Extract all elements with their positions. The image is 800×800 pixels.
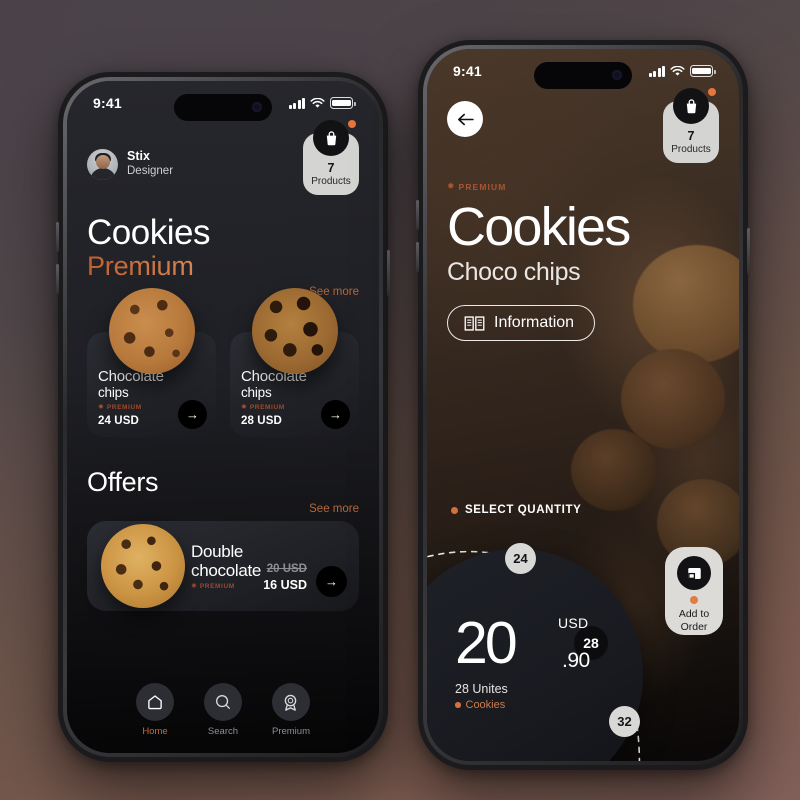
offer-old-price: 20 USD [266,563,307,576]
information-label: Information [494,314,575,331]
price-whole: 20 [455,610,518,676]
medal-icon: ✹ [98,404,104,412]
product-title: Cookies [447,197,631,257]
cookie-chip-icon [101,524,185,609]
quantity-option-24[interactable]: 24 [505,543,536,574]
quantity-option-32[interactable]: 32 [609,706,640,737]
medal-icon: ✹ [447,181,455,191]
header-row: Stix Designer 7 Products [87,120,359,195]
wifi-icon [670,65,685,76]
tab-home[interactable]: Home [135,683,174,737]
cart-count: 7 [687,129,695,144]
tab-premium[interactable]: Premium [271,683,310,737]
home-icon [135,683,174,721]
volume-up-button[interactable] [416,200,419,230]
offer-subtitle: chocolate [191,561,262,581]
product-subtitle: chips [98,385,129,401]
price-block: 20 USD .90 28 Unites Cookies [455,610,590,711]
shopping-bag-icon [313,120,349,156]
tab-label: Home [142,726,168,737]
cart-widget[interactable]: 7 Products [663,88,719,163]
volume-down-button[interactable] [56,264,59,294]
dynamic-island [174,94,272,121]
cart-label: Products [311,176,351,187]
search-icon [203,683,242,721]
price-cents: .90 [562,649,590,673]
medal-icon: ✹ [241,404,247,412]
profile-role: Designer [127,165,174,178]
battery-icon [330,97,356,109]
product-card[interactable]: Chocolate chips ✹ PREMIUM 24 USD → [87,288,216,438]
premium-badge: ✹ PREMIUM [191,583,235,591]
page-subtitle: Premium [87,251,359,282]
box-icon [677,556,711,590]
background-cookie [621,349,725,449]
medal-icon [271,683,310,721]
status-icons [648,65,716,77]
page-title: Cookies [87,213,210,252]
cart-count: 7 [327,161,335,176]
offer-prices: 20 USD 16 USD [263,563,307,592]
cookie-dark-icon [251,288,338,375]
cart-widget[interactable]: 7 Products [303,120,359,195]
select-quantity-label: SELECT QUANTITY [451,504,581,516]
offer-title: Double [191,542,244,562]
power-button[interactable] [747,228,750,274]
detail-header-row: 7 Products [447,88,719,163]
signal-bars-icon [648,65,665,77]
product-card[interactable]: Chocolate chips ✹ PREMIUM 28 USD → [230,288,359,438]
tab-search[interactable]: Search [203,683,242,737]
signal-bars-icon [288,97,305,109]
book-icon [464,315,485,331]
see-more-offers[interactable]: See more [87,503,359,515]
arrow-left-icon [457,113,474,125]
arrow-right-icon[interactable]: → [316,566,347,598]
avatar[interactable] [87,148,118,180]
status-dot [690,596,698,604]
dynamic-island [534,62,632,89]
bottom-tab-bar: Home Search Premium [67,683,379,737]
volume-down-button[interactable] [416,242,419,272]
status-icons [288,97,356,109]
premium-badge: ✹ PREMIUM [447,181,507,192]
status-time: 9:41 [93,95,122,111]
right-phone-screen: 9:41 7 Products ✹ PREMIUM Cookies Choco … [427,49,739,761]
shopping-bag-icon [673,88,709,124]
profile-block[interactable]: Stix Designer [87,148,174,180]
left-phone-mockup: 9:41 Stix Designer 7 Products Cookies Pr… [56,72,390,762]
medal-icon: ✹ [191,583,197,591]
product-subtitle: chips [241,385,272,401]
left-phone-screen: 9:41 Stix Designer 7 Products Cookies Pr… [67,81,379,753]
offer-card[interactable]: Double chocolate ✹ PREMIUM 20 USD 16 USD… [87,521,359,612]
price-currency: USD [558,615,589,631]
cart-label: Products [671,144,711,155]
detail-content: 7 Products ✹ PREMIUM Cookies Choco chips… [427,88,739,341]
product-subtitle: Choco chips [447,258,581,286]
add-to-order-button[interactable]: Add to Order [665,547,723,635]
battery-icon [690,65,716,77]
volume-up-button[interactable] [56,222,59,252]
price-units: 28 Unites [455,682,508,697]
product-card-list: Chocolate chips ✹ PREMIUM 24 USD → Choco… [87,288,359,438]
offer-text: Double chocolate ✹ PREMIUM [191,542,261,590]
status-dot [455,702,461,708]
home-content: Stix Designer 7 Products Cookies Premium… [67,120,379,612]
wifi-icon [310,97,325,108]
right-phone-mockup: 9:41 7 Products ✹ PREMIUM Cookies Choco … [416,40,750,770]
background-cookie [571,429,657,511]
offer-new-price: 16 USD [263,578,307,593]
price-category: Cookies [455,699,515,711]
back-button[interactable] [447,101,483,137]
cookie-golden-icon [108,288,195,375]
power-button[interactable] [387,250,390,296]
status-time: 9:41 [453,63,482,79]
status-dot [451,506,458,514]
tab-label: Premium [271,726,310,737]
information-button[interactable]: Information [447,305,596,341]
profile-name: Stix [127,148,150,163]
tab-label: Search [207,726,239,737]
offers-heading: Offers [87,467,159,498]
add-to-order-label: Add to Order [678,608,710,633]
